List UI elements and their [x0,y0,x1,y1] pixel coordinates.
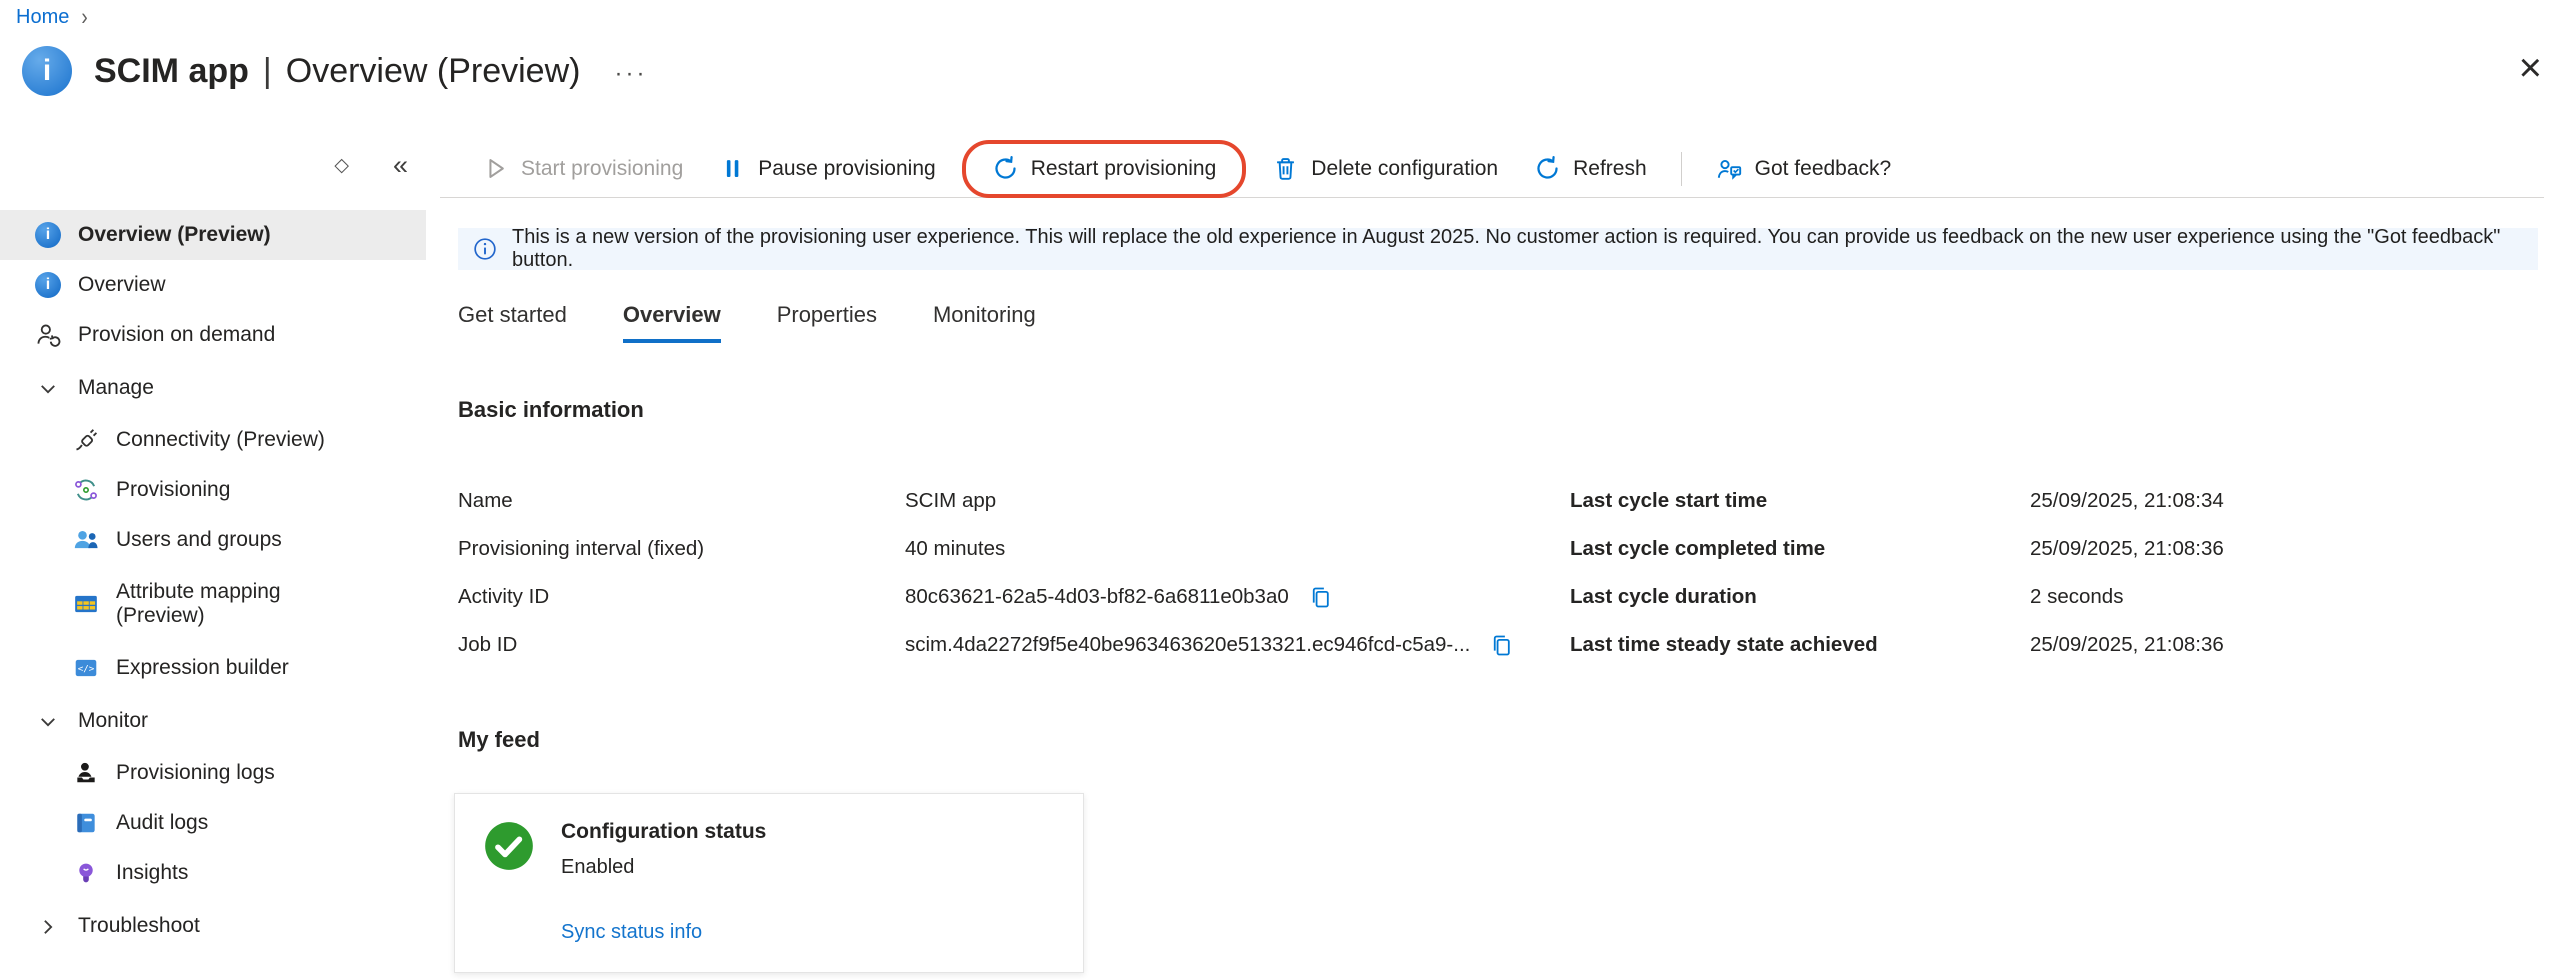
app-name: SCIM app [94,52,249,91]
sidebar-group-monitor[interactable]: Monitor [0,695,426,748]
card-title: Configuration status [561,820,766,844]
field-row-steady-state: Last time steady state achieved 25/09/20… [1570,621,2544,669]
lightbulb-icon [72,859,100,887]
chevron-down-icon [34,375,62,403]
tab-properties[interactable]: Properties [777,302,877,343]
page-subtitle: Overview (Preview) [286,52,581,91]
provisioning-sync-icon [72,476,100,504]
refresh-icon [1534,155,1561,182]
code-icon: </> [72,654,100,682]
main-content: Start provisioning Pause provisioning Re… [440,140,2544,973]
tab-overview[interactable]: Overview [623,302,721,343]
last-cycle-duration-value: 2 seconds [2030,585,2123,609]
sidebar: i Overview (Preview) i Overview Provisio… [0,210,426,953]
last-cycle-completed-value: 25/09/2025, 21:08:36 [2030,537,2224,561]
provision-on-demand-icon [34,321,62,349]
sidebar-group-manage[interactable]: Manage [0,362,426,415]
job-id-value: scim.4da2272f9f5e40be963463620e513321.ec… [905,633,1470,657]
breadcrumb-home-link[interactable]: Home [16,6,69,29]
plug-icon [72,426,100,454]
chevron-right-icon [34,913,62,941]
last-cycle-start-value: 25/09/2025, 21:08:34 [2030,489,2224,513]
chevron-right-icon: › [81,4,87,32]
field-row-provisioning-interval: Provisioning interval (fixed) 40 minutes [458,525,1570,573]
command-bar: Start provisioning Pause provisioning Re… [440,140,2544,198]
basic-information-heading: Basic information [458,397,2544,423]
more-options-icon[interactable]: ··· [614,54,647,88]
my-feed-heading: My feed [458,727,2544,753]
field-row-last-cycle-completed: Last cycle completed time 25/09/2025, 21… [1570,525,2544,573]
steady-state-value: 25/09/2025, 21:08:36 [2030,633,2224,657]
pause-provisioning-button[interactable]: Pause provisioning [701,147,953,191]
info-icon: i [34,271,62,299]
svg-text:</>: </> [78,664,95,675]
title-divider: | [263,52,272,91]
sidebar-item-provisioning[interactable]: Provisioning [0,465,426,515]
activity-id-value: 80c63621-62a5-4d03-bf82-6a6811e0b3a0 [905,585,1289,609]
start-provisioning-button[interactable]: Start provisioning [464,147,701,191]
field-row-name: Name SCIM app [458,477,1570,525]
sidebar-group-troubleshoot[interactable]: Troubleshoot [0,900,426,953]
restart-provisioning-highlight: Restart provisioning [962,140,1247,198]
info-banner: This is a new version of the provisionin… [458,228,2538,270]
sidebar-item-users-and-groups[interactable]: Users and groups [0,515,426,565]
info-icon: i [34,221,62,249]
card-body: Configuration status Enabled Sync status… [561,820,766,944]
pause-icon [719,155,746,182]
field-row-job-id: Job ID scim.4da2272f9f5e40be963463620e51… [458,621,1570,669]
sidebar-item-overview-preview[interactable]: i Overview (Preview) [0,210,426,260]
toolbar-divider [1681,152,1682,186]
got-feedback-button[interactable]: Got feedback? [1698,147,1910,191]
refresh-button[interactable]: Refresh [1516,147,1665,191]
status-value: Enabled [561,856,766,879]
chevron-down-icon [34,708,62,736]
sync-status-info-link[interactable]: Sync status info [561,921,766,944]
person-logs-icon [72,759,100,787]
tab-get-started[interactable]: Get started [458,302,567,343]
field-row-last-cycle-start: Last cycle start time 25/09/2025, 21:08:… [1570,477,2544,525]
restart-icon [992,155,1019,182]
tab-monitoring[interactable]: Monitoring [933,302,1036,343]
field-row-last-cycle-duration: Last cycle duration 2 seconds [1570,573,2544,621]
field-row-activity-id: Activity ID 80c63621-62a5-4d03-bf82-6a68… [458,573,1570,621]
tab-bar: Get started Overview Properties Monitori… [458,302,2544,343]
basic-info-left-column: Name SCIM app Provisioning interval (fix… [458,477,1570,669]
basic-info-right-column: Last cycle start time 25/09/2025, 21:08:… [1570,477,2544,669]
sidebar-item-insights[interactable]: Insights [0,848,426,898]
play-icon [482,155,509,182]
basic-information-grid: Name SCIM app Provisioning interval (fix… [458,477,2544,669]
sidebar-item-provision-on-demand[interactable]: Provision on demand [0,310,426,360]
configuration-status-card: Configuration status Enabled Sync status… [454,793,1084,973]
page-header: i SCIM app | Overview (Preview) ··· [22,46,647,96]
app-info-icon: i [22,46,72,96]
collapse-sidebar-icon[interactable]: « [393,150,408,181]
trash-icon [1272,155,1299,182]
sidebar-item-provisioning-logs[interactable]: Provisioning logs [0,748,426,798]
breadcrumb: Home › [16,6,88,29]
interval-value: 40 minutes [905,537,1005,561]
info-outline-icon [473,237,497,261]
sidebar-item-connectivity[interactable]: Connectivity (Preview) [0,415,426,465]
copy-icon[interactable] [1488,632,1515,659]
page-title: SCIM app | Overview (Preview) [94,52,580,91]
sidebar-item-attribute-mapping[interactable]: Attribute mapping (Preview) [0,565,426,643]
copy-icon[interactable] [1307,584,1334,611]
close-icon[interactable]: × [2519,48,2542,88]
users-icon [72,526,100,554]
banner-text: This is a new version of the provisionin… [512,226,2523,272]
book-icon [72,809,100,837]
restart-provisioning-button[interactable]: Restart provisioning [974,147,1235,191]
sidebar-item-overview[interactable]: i Overview [0,260,426,310]
delete-configuration-button[interactable]: Delete configuration [1254,147,1516,191]
name-value: SCIM app [905,489,996,513]
success-check-icon [483,820,535,872]
feedback-icon [1716,155,1743,182]
dock-icon[interactable]: ◇ [334,154,349,177]
table-icon [72,590,100,618]
sidebar-item-expression-builder[interactable]: </> Expression builder [0,643,426,693]
sidebar-controls: ◇ « [0,150,426,181]
sidebar-item-audit-logs[interactable]: Audit logs [0,798,426,848]
